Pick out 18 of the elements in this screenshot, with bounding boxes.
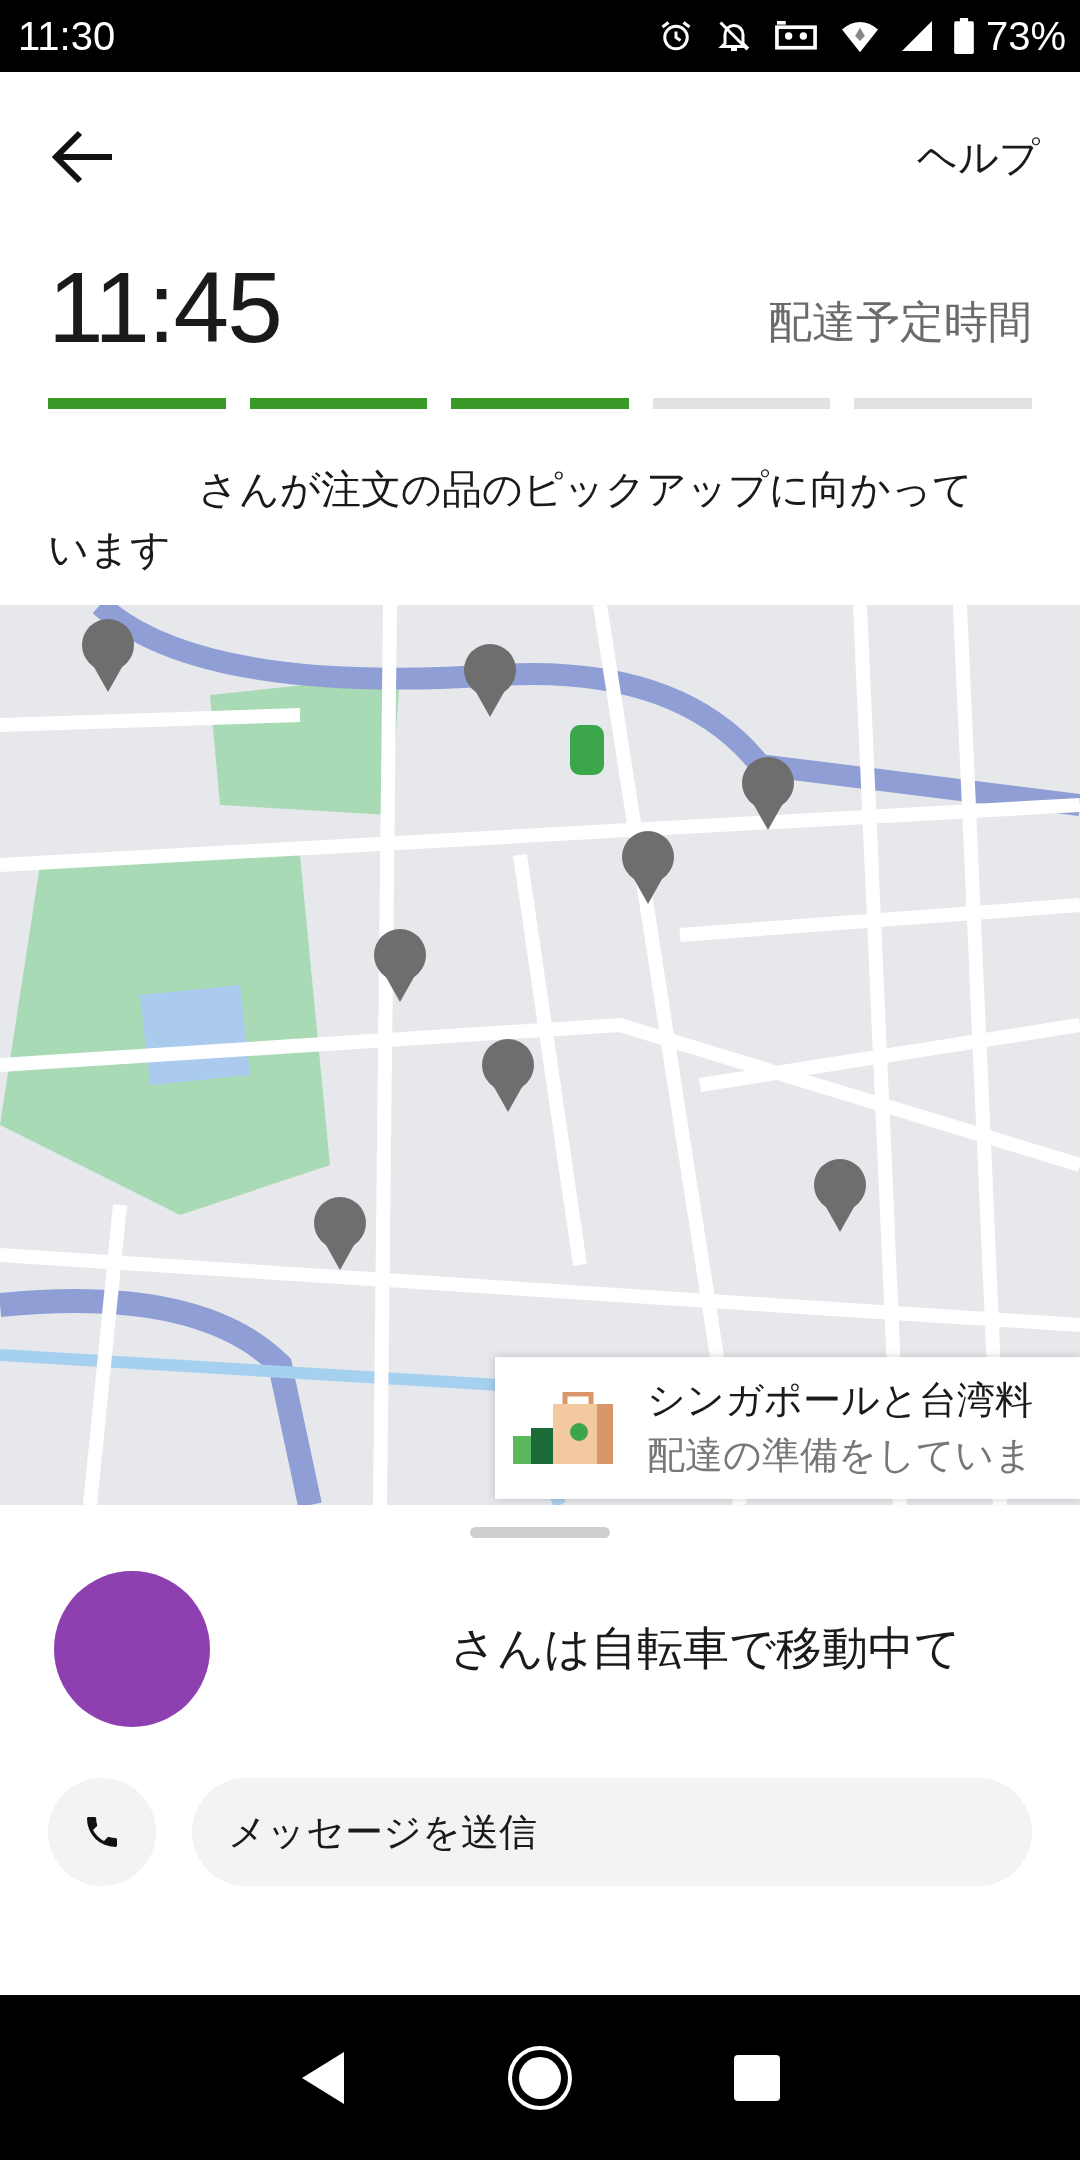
help-button[interactable]: ヘルプ <box>917 129 1040 185</box>
home-nav-icon[interactable] <box>507 2044 573 2111</box>
back-button[interactable] <box>52 130 114 184</box>
order-status: 配達の準備をしていま <box>647 1432 1033 1479</box>
store-card[interactable]: シンガポールと台湾料 配達の準備をしていま <box>495 1357 1080 1499</box>
status-time: 11:30 <box>18 13 116 59</box>
status-message: さんが注文の品のピックアップに向かっています <box>48 465 974 574</box>
store-name: シンガポールと台湾料 <box>647 1377 1033 1424</box>
recents-nav-icon[interactable] <box>733 2054 780 2101</box>
drag-handle[interactable] <box>470 1527 610 1538</box>
back-nav-icon[interactable] <box>300 2049 347 2106</box>
battery-icon <box>953 18 974 54</box>
eta-label: 配達予定時間 <box>768 294 1032 349</box>
message-input[interactable]: メッセージを送信 <box>192 1778 1032 1886</box>
battery-percent: 73% <box>985 13 1066 59</box>
eta-time: 11:45 <box>48 249 281 365</box>
courier-status: さんは自転車で移動中て <box>450 1620 961 1677</box>
signal-icon <box>901 20 932 52</box>
